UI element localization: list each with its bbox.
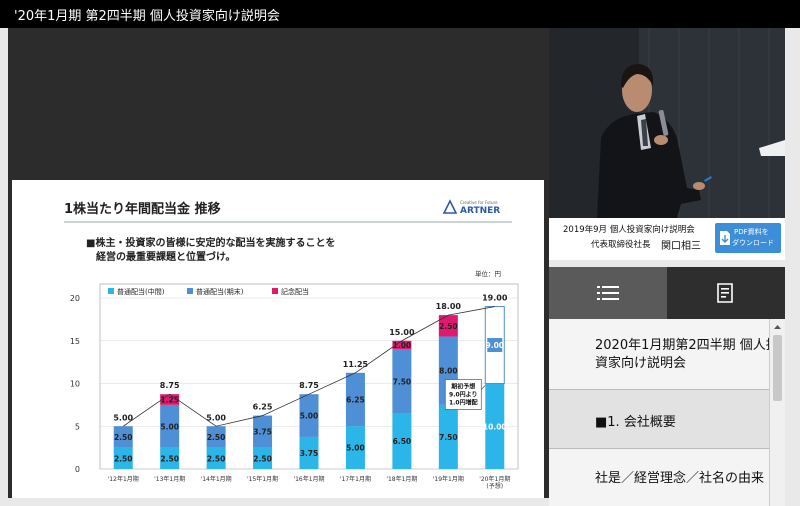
legend-label: 普通配当(期末): [196, 287, 244, 296]
caption-speaker-name: 関口相三: [661, 241, 701, 252]
data-label: 2.50: [207, 433, 226, 442]
total-label: 8.75: [299, 381, 319, 390]
x-tick-label: '14年1月期: [201, 475, 232, 483]
chapter-label: 社是／経営理念／社名の由来: [595, 471, 765, 486]
pdf-button-line1: PDF資料を: [734, 228, 769, 236]
chapter-item-title[interactable]: 2020年1月期第2四半期 個人投資家向け説明会: [549, 319, 769, 390]
sidebar-tabs: [549, 267, 785, 319]
x-tick-label: '17年1月期: [340, 475, 371, 483]
data-label: 6.25: [346, 396, 365, 405]
slide-bullet-line2: 経営の最重要課題と位置づけ。: [96, 250, 236, 263]
total-label: 19.00: [482, 294, 508, 303]
data-label: 5.00: [160, 422, 179, 431]
callout-pointer: [481, 385, 486, 390]
chapter-item-company[interactable]: ■1. 会社概要: [549, 390, 769, 449]
x-tick-label: '12年1月期: [108, 475, 139, 483]
y-tick-label: 0: [75, 465, 80, 474]
total-label: 18.00: [436, 302, 462, 311]
data-label: 2.50: [160, 454, 179, 463]
window-right-border: [785, 28, 800, 506]
legend-swatch: [272, 288, 278, 294]
tab-documents[interactable]: [667, 267, 785, 319]
artner-logo: Creative for Future ARTNER: [442, 199, 500, 216]
data-label: 2.50: [207, 454, 226, 463]
legend-label: 記念配当: [281, 287, 309, 296]
slide-heading: 1株当たり年間配当金 推移: [64, 201, 221, 217]
data-label: 2.50: [439, 322, 458, 331]
data-label: 2.50: [114, 454, 133, 463]
legend-swatch: [108, 288, 114, 294]
y-tick-label: 20: [70, 294, 80, 303]
data-label: 2.50: [114, 433, 133, 442]
x-tick-label: '16年1月期: [293, 475, 324, 483]
data-label: 6.50: [393, 437, 412, 446]
video-player[interactable]: [549, 28, 785, 218]
chapter-label: ■1. 会社概要: [595, 415, 676, 430]
scrollbar-thumb[interactable]: [773, 335, 782, 401]
data-label: 9.00: [486, 341, 505, 350]
data-label: 2.50: [253, 454, 272, 463]
logo-mark-icon: [442, 199, 458, 214]
callout-text: 期初予想: [450, 383, 475, 391]
callout-text: 1.0円増配: [449, 399, 478, 407]
forecast-label: (予想): [486, 482, 503, 490]
data-label: 5.00: [300, 412, 319, 421]
chapter-list: 2020年1月期第2四半期 個人投資家向け説明会 ■1. 会社概要 社是／経営理…: [549, 319, 769, 506]
x-tick-label: '18年1月期: [386, 475, 417, 483]
slide-canvas: 1株当たり年間配当金 推移 Creative for Future ARTNER…: [64, 199, 519, 490]
data-label: 3.75: [253, 428, 272, 437]
pdf-download-button[interactable]: PDF資料を ダウンロード: [715, 223, 781, 253]
chapter-label: 2020年1月期第2四半期 個人投資家向け説明会: [595, 338, 769, 371]
x-tick-label: '20年1月期: [479, 475, 510, 483]
window-title: '20年1月期 第2四半期 個人投資家向け説明会: [14, 9, 280, 24]
data-label: 10.00: [483, 422, 507, 431]
tab-chapters[interactable]: [549, 267, 667, 319]
x-tick-label: '15年1月期: [247, 475, 278, 483]
x-tick-label: '13年1月期: [154, 475, 185, 483]
callout-text: 9.0円より: [449, 392, 478, 399]
list-icon: [597, 286, 619, 300]
data-label: 8.00: [439, 367, 458, 376]
slide-bullet-line1: ■株主・投資家の皆様に安定的な配当を実施することを: [86, 236, 335, 249]
window-titlebar: '20年1月期 第2四半期 個人投資家向け説明会: [0, 0, 800, 28]
legend-swatch: [187, 288, 193, 294]
dividend-chart: 0 5 10 15 20 普通配当(中間) 普通配当(期末) 記念配当 2.50 2.50 5.00…: [70, 283, 519, 490]
caption-line1: 2019年9月 個人投資家向け説明会: [563, 225, 695, 235]
data-label: 7.50: [439, 433, 458, 442]
legend-label: 普通配当(中間): [117, 287, 165, 296]
presentation-slide: 1株当たり年間配当金 推移 Creative for Future ARTNER…: [12, 180, 544, 498]
data-label: 5.00: [346, 444, 365, 453]
total-label: 8.75: [160, 381, 180, 390]
logo-tagline: Creative for Future: [460, 200, 498, 205]
x-tick-label: '19年1月期: [433, 475, 464, 483]
data-label: 3.75: [300, 449, 319, 458]
y-tick-label: 15: [70, 337, 80, 346]
total-label: 6.25: [253, 403, 273, 412]
y-tick-label: 10: [70, 380, 80, 389]
y-tick-label: 5: [75, 422, 80, 431]
video-caption: 2019年9月 個人投資家向け説明会 代表取締役社長 関口相三 PDF資料を ダ…: [549, 218, 785, 260]
caption-role: 代表取締役社長: [591, 240, 651, 250]
total-label: 5.00: [206, 413, 226, 422]
logo-text: ARTNER: [460, 206, 500, 216]
data-label: 7.50: [393, 377, 412, 386]
chapter-item-philosophy[interactable]: 社是／経営理念／社名の由来: [549, 449, 769, 506]
unit-label: 単位：円: [475, 269, 501, 278]
chapter-list-scrollbar[interactable]: [769, 319, 785, 506]
speaker-video-frame: [549, 28, 785, 218]
pdf-icon: [720, 231, 730, 245]
scroll-up-icon[interactable]: [770, 321, 785, 333]
pdf-button-line2: ダウンロード: [732, 239, 774, 247]
data-label: 1.25: [160, 396, 179, 405]
document-icon: [717, 283, 733, 303]
total-label: 11.25: [343, 360, 369, 369]
